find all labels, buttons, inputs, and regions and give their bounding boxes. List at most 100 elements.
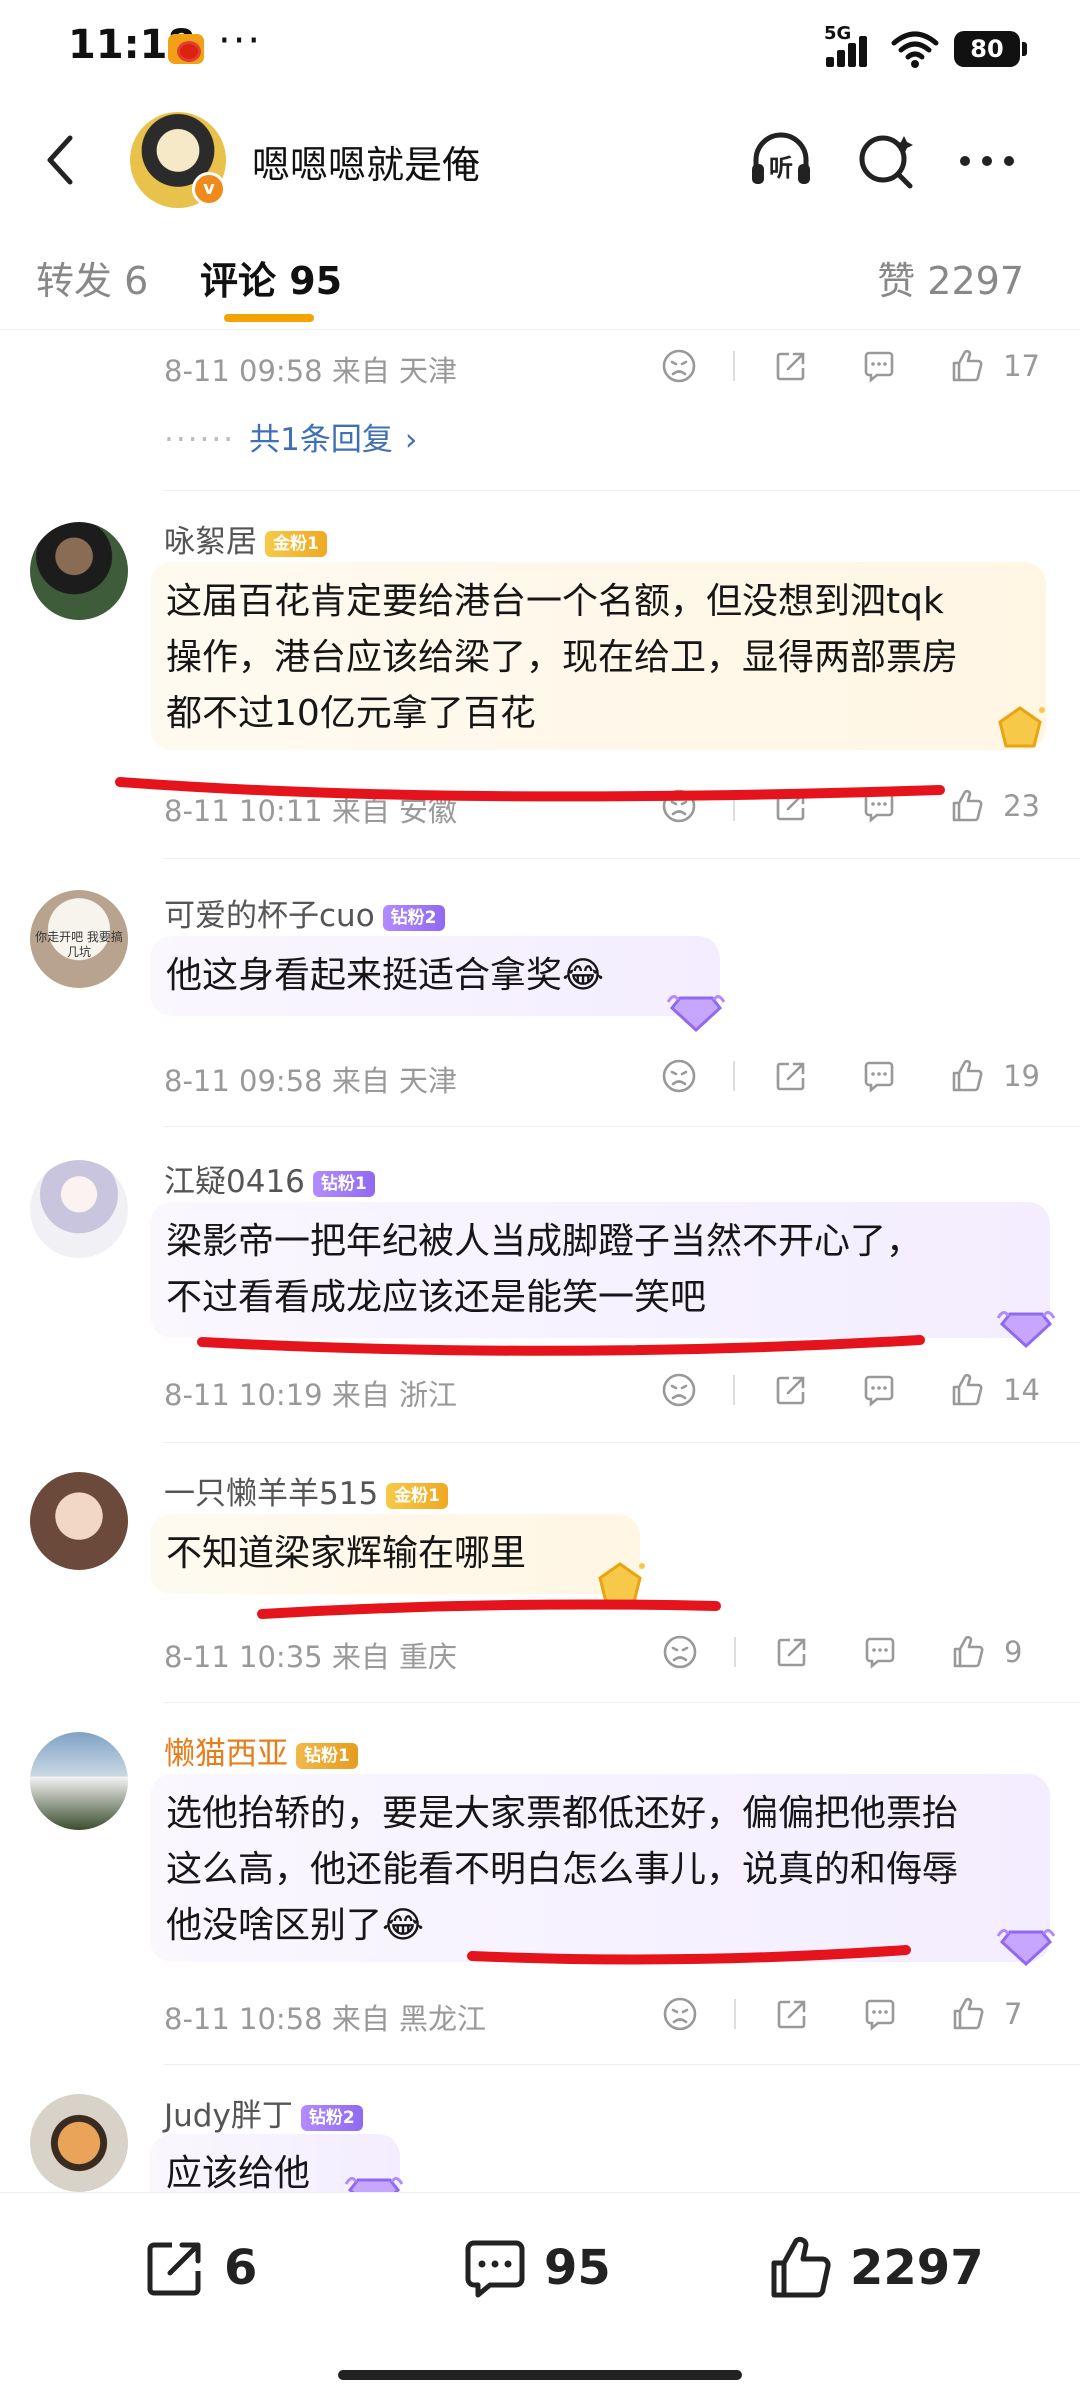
weibo-notification-icon [168,34,204,64]
tab-reposts[interactable]: 转发 6 [36,250,148,305]
active-tab-indicator [224,314,314,322]
listen-headphones-icon[interactable]: 听 [746,126,816,196]
username[interactable]: 咏絮居 金粉1 [164,516,327,561]
comment-meta: 8-11 09:58 来自 天津 [164,1064,458,1098]
dislike-icon[interactable] [657,784,701,828]
gold-gem-decoration-icon [598,1562,645,1604]
like-button[interactable]: 2297 [766,2193,984,2343]
share-icon[interactable] [769,784,813,828]
thumbs-up-icon [771,2236,831,2298]
purple-gem-decoration-icon [996,1929,1056,1967]
action-separator [733,351,736,381]
comment-icon[interactable] [858,1992,902,2036]
like-icon[interactable] [945,784,989,828]
dislike-icon[interactable] [657,344,701,388]
user-avatar[interactable] [30,2094,128,2192]
username[interactable]: 一只懒羊羊515 金粉1 [164,1468,449,1513]
username[interactable]: Judy胖丁 钻粉2 [164,2090,363,2135]
gold-gem-decoration-icon [998,706,1045,748]
cellular-signal-icon: 5G [824,23,876,69]
comment-text[interactable]: 选他抬轿的，要是大家票都低还好，偏偏把他票抬 这么高，他还能看不明白怎么事儿，说… [150,1774,1050,1962]
comment-list[interactable]: 8-11 09:58 来自 天津 17 ······ 共1条回复 › 咏絮居 金粉1 … [0,330,1080,2192]
user-avatar[interactable] [30,1732,128,1830]
comment-meta: 8-11 10:19 来自 浙江 [164,1378,458,1412]
comment-text[interactable]: 不知道梁家辉输在哪里 [150,1514,640,1594]
share-icon[interactable] [770,1630,814,1674]
verified-badge: v [192,172,226,206]
comment-actions: 9 [658,1630,1040,1674]
fan-badge: 钻粉1 [296,1742,358,1769]
dislike-icon[interactable] [657,1054,701,1098]
tab-likes[interactable]: 赞 2297 [877,250,1024,305]
comment-button[interactable]: 95 [460,2193,611,2343]
bottom-action-bar: 6 95 2297 [0,2192,1080,2342]
divider [164,1126,1080,1127]
home-indicator[interactable] [338,2370,742,2380]
tab-bar: 转发 6 评论 95 赞 2297 [0,222,1080,330]
comment-text[interactable]: 梁影帝一把年纪被人当成脚蹬子当然不开心了， 不过看看成龙应该还是能笑一笑吧 [150,1202,1050,1338]
username[interactable]: 可爱的杯子cuo 钻粉2 [164,890,445,935]
comment-text[interactable]: 这届百花肯定要给港台一个名额，但没想到泗tqk 操作，港台应该给梁了，现在给卫，… [150,562,1046,750]
like-icon[interactable] [945,1054,989,1098]
purple-gem-decoration-icon [344,2177,404,2192]
dislike-icon[interactable] [658,1992,702,2036]
comment-actions: 17 [657,344,1040,388]
like-icon[interactable] [946,1630,990,1674]
comment-icon[interactable] [857,344,901,388]
like-icon[interactable] [946,1992,990,2036]
like-icon[interactable] [945,1368,989,1412]
divider [164,1702,1080,1703]
share-icon[interactable] [770,1992,814,2036]
dislike-icon[interactable] [658,1630,702,1674]
back-arrow-icon[interactable] [34,128,90,192]
red-underline-annotation [257,1599,721,1619]
more-options-icon[interactable] [952,126,1022,196]
tab-comments[interactable]: 评论 95 [200,250,342,305]
divider [164,1442,1080,1443]
action-separator [733,791,736,821]
fan-badge: 金粉1 [386,1482,449,1509]
username[interactable]: 懒猫西亚 钻粉1 [164,1728,358,1773]
comment-actions: 23 [657,784,1040,828]
wifi-icon [891,31,939,68]
like-count-total: 2297 [850,2240,984,2296]
comment-icon[interactable] [857,784,901,828]
action-separator [734,1637,736,1667]
like-icon[interactable] [945,344,989,388]
comment-icon[interactable] [858,1630,902,1674]
like-count: 23 [1003,789,1040,823]
fan-badge: 金粉1 [265,530,327,557]
repost-icon [147,2242,201,2296]
action-separator [733,1061,736,1091]
repost-button[interactable]: 6 [140,2193,257,2343]
share-icon[interactable] [769,1054,813,1098]
purple-gem-decoration-icon [996,1311,1056,1349]
more-notifications-icon: ··· [218,18,263,64]
action-separator [734,1999,736,2029]
share-icon[interactable] [769,344,813,388]
comment-meta: 8-11 09:58 来自 天津 [164,354,458,388]
action-separator [733,1375,736,1405]
share-icon[interactable] [769,1368,813,1412]
like-count: 7 [1004,1997,1023,2031]
dislike-icon[interactable] [657,1368,701,1412]
view-replies-link[interactable]: ······ 共1条回复 › [164,414,417,459]
comment-icon[interactable] [857,1368,901,1412]
user-avatar[interactable]: 你走开吧 我要搞几坑 [30,890,128,988]
replies-label[interactable]: 共1条回复 [249,422,393,458]
comment-actions: 19 [657,1054,1040,1098]
search-icon[interactable] [852,126,922,196]
user-avatar[interactable] [30,1160,128,1258]
username[interactable]: 江疑0416 钻粉1 [164,1156,375,1201]
like-count: 17 [1003,349,1040,383]
status-bar: 11:18 ··· 5G 80 [0,0,1080,100]
user-avatar[interactable] [30,522,128,620]
comment-icon[interactable] [857,1054,901,1098]
divider [164,490,1080,491]
comment-text[interactable]: 他这身看起来挺适合拿奖😂 [150,936,720,1016]
user-avatar[interactable] [30,1472,128,1570]
svg-text:听: 听 [769,154,793,182]
comment-meta: 8-11 10:35 来自 重庆 [164,1640,458,1674]
author-name[interactable]: 嗯嗯嗯就是俺 [252,134,480,189]
like-count: 14 [1003,1373,1040,1407]
